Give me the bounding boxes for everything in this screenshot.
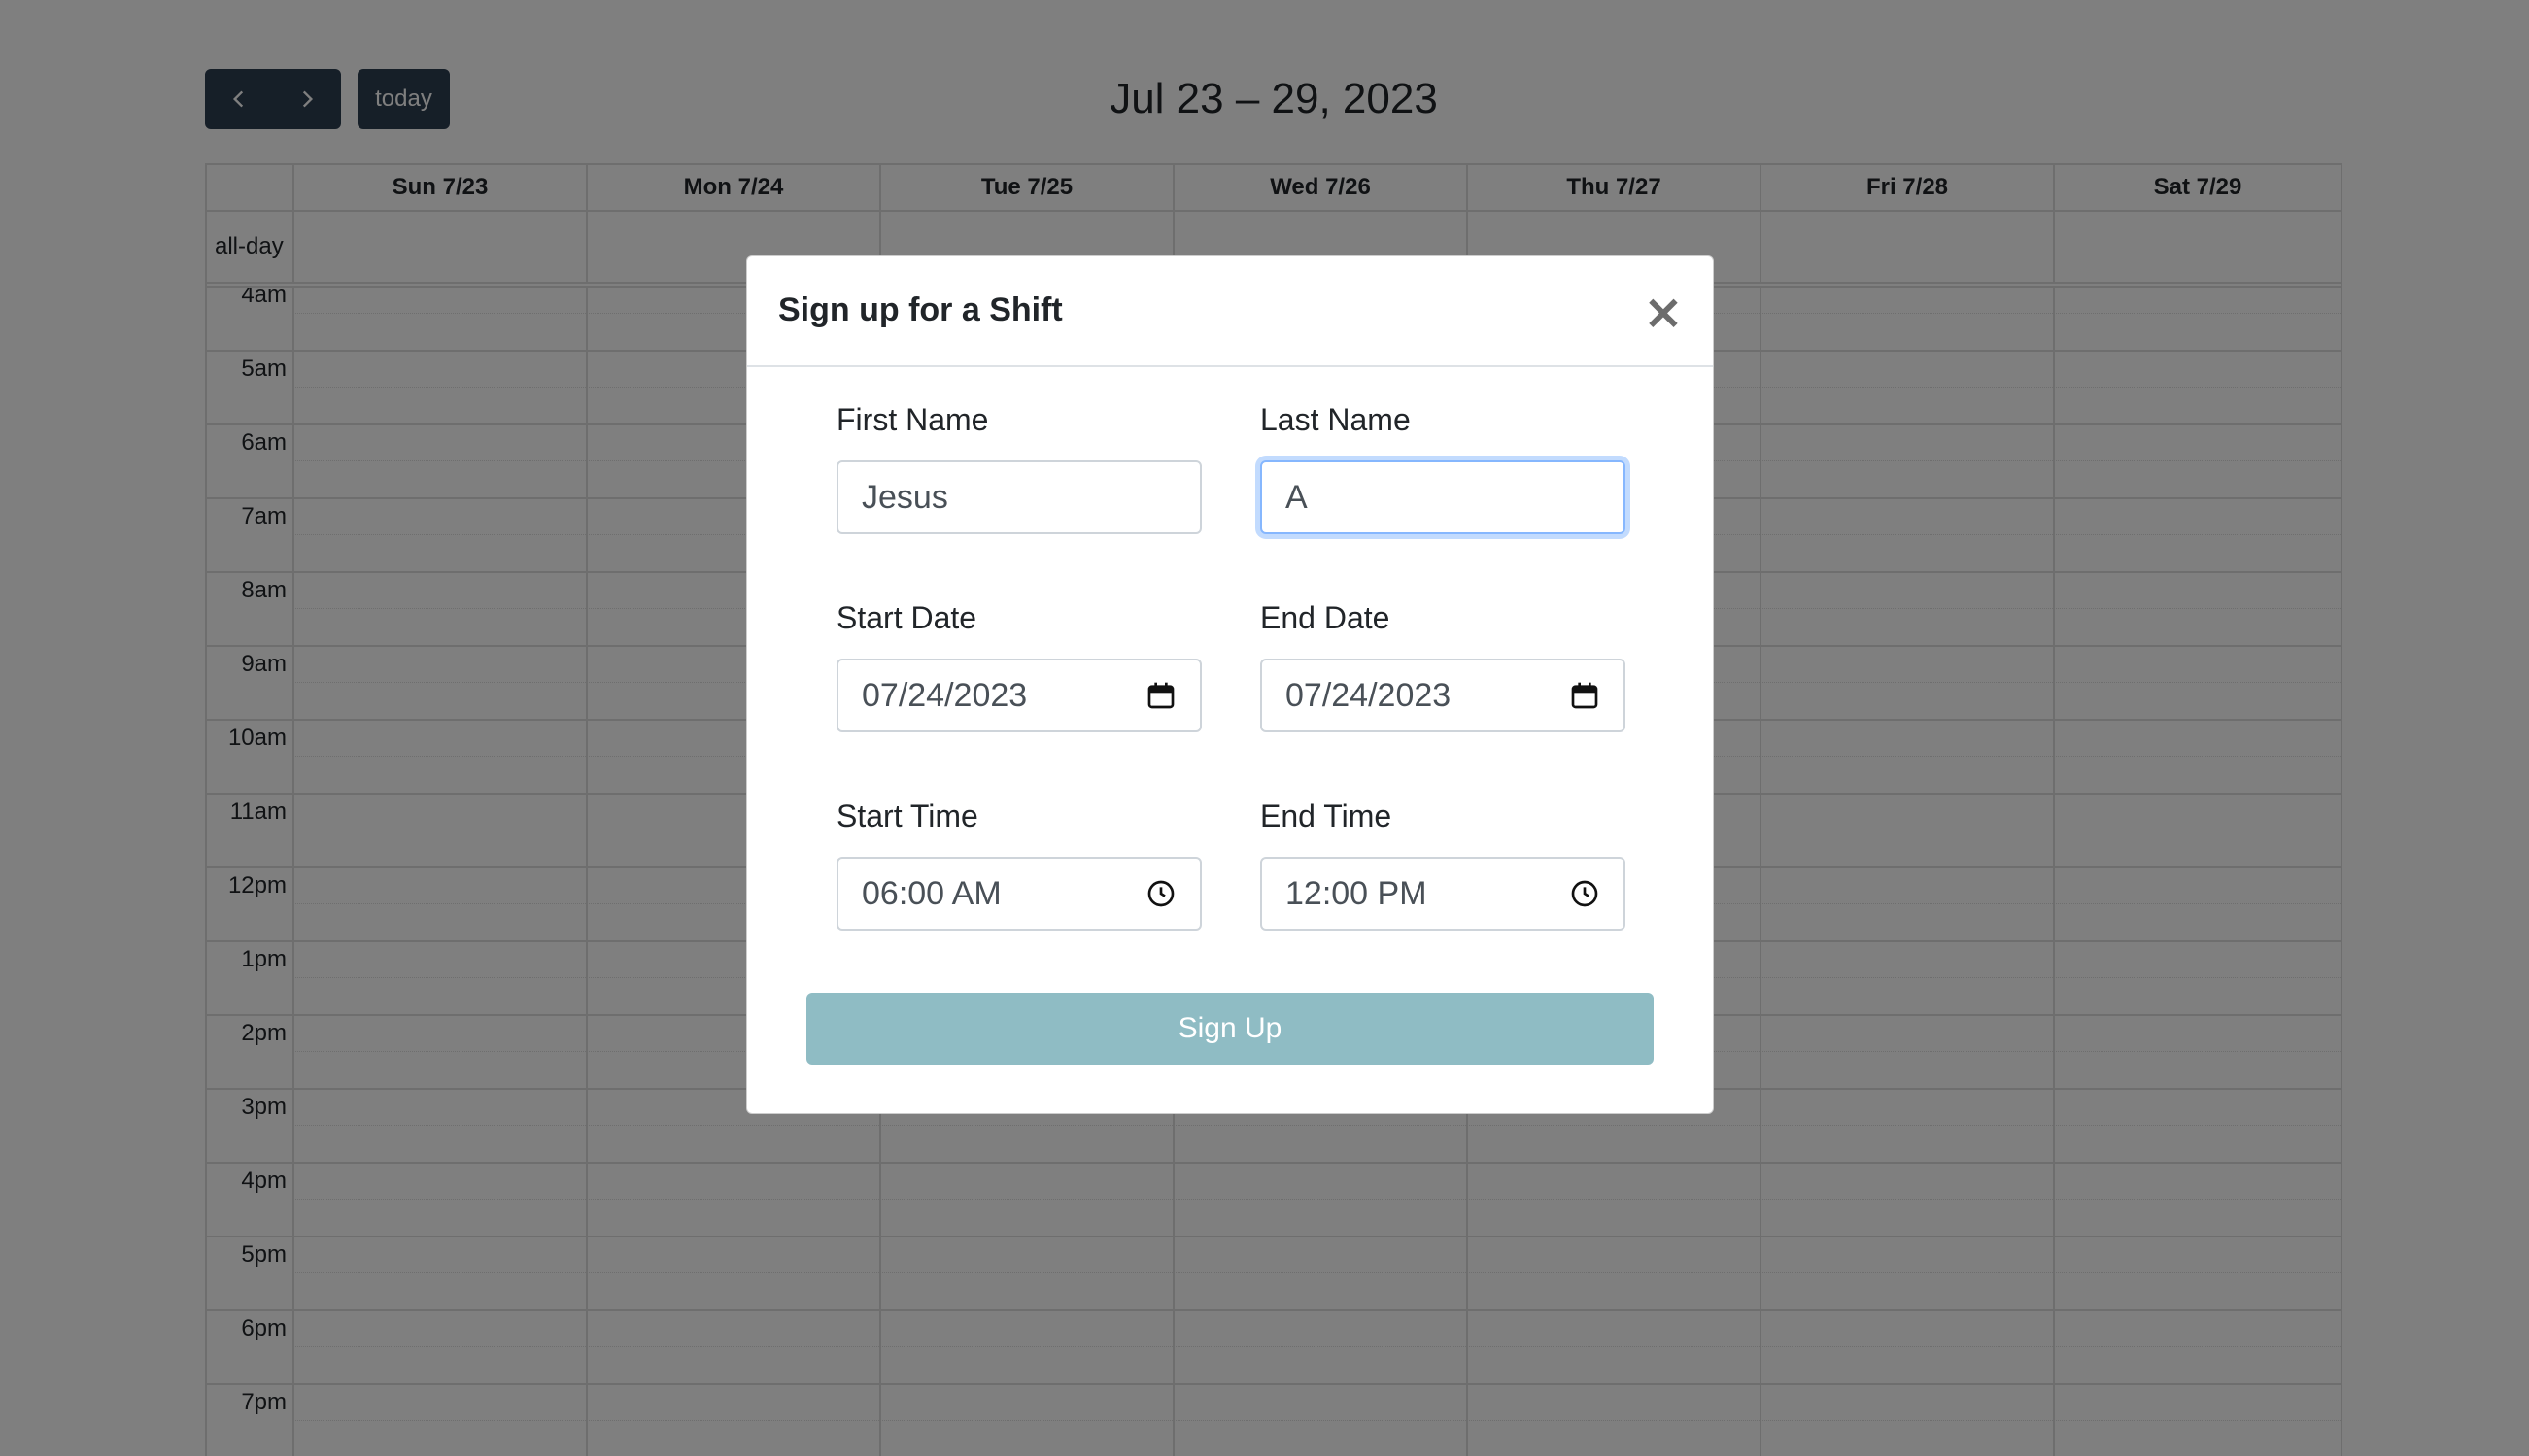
end-time-label: End Time — [1260, 798, 1392, 833]
end-date-input[interactable]: 07/24/2023 — [1260, 659, 1625, 732]
clock-icon[interactable] — [1569, 878, 1600, 909]
end-date-label: End Date — [1260, 600, 1390, 635]
sign-up-button[interactable]: Sign Up — [806, 993, 1654, 1065]
end-date-value: 07/24/2023 — [1285, 676, 1452, 714]
start-time-label: Start Time — [837, 798, 978, 833]
clock-icon[interactable] — [1145, 878, 1177, 909]
calendar-icon[interactable] — [1145, 680, 1177, 711]
start-time-input[interactable]: 06:00 AM — [837, 857, 1202, 931]
modal-title: Sign up for a Shift — [778, 291, 1063, 328]
last-name-label: Last Name — [1260, 402, 1411, 437]
last-name-input[interactable]: A — [1260, 460, 1625, 534]
start-time-value: 06:00 AM — [862, 874, 1002, 912]
last-name-value: A — [1285, 478, 1308, 516]
start-date-value: 07/24/2023 — [862, 676, 1028, 714]
first-name-value: Jesus — [862, 478, 948, 516]
end-time-input[interactable]: 12:00 PM — [1260, 857, 1625, 931]
calendar-icon[interactable] — [1569, 680, 1600, 711]
modal-header: Sign up for a Shift × — [747, 256, 1713, 367]
end-time-value: 12:00 PM — [1285, 874, 1427, 912]
start-date-input[interactable]: 07/24/2023 — [837, 659, 1202, 732]
first-name-label: First Name — [837, 402, 989, 437]
first-name-input[interactable]: Jesus — [837, 460, 1202, 534]
start-date-label: Start Date — [837, 600, 977, 635]
signup-shift-modal: Sign up for a Shift × First Name Jesus L… — [746, 255, 1714, 1114]
close-icon[interactable]: × — [1637, 288, 1684, 336]
